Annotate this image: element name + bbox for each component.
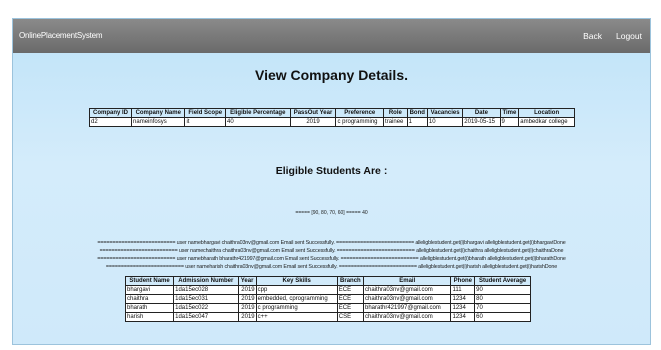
score-debug-line: ===== [90, 80, 70, 60] ===== 40 <box>295 210 368 216</box>
table-cell: chaithra <box>124 294 175 304</box>
table-cell: 90 <box>474 285 531 295</box>
table-cell: harish <box>124 312 175 322</box>
table-cell: 1234 <box>450 312 476 322</box>
table-cell: 1 <box>406 117 428 127</box>
table-cell: ambedkar college <box>518 117 575 127</box>
table-cell: 2019 <box>237 294 257 304</box>
company-details-table: Company ID Company Name Field Scope Elig… <box>88 108 575 127</box>
table-cell: 1da15ec047 <box>173 312 239 322</box>
column-header: Eligible Percentage <box>225 108 291 118</box>
table-cell: ECE <box>336 294 365 304</box>
table-cell: 80 <box>474 294 531 304</box>
column-header: Company Name <box>131 108 186 118</box>
table-cell: 1234 <box>450 294 476 304</box>
table-cell: it <box>184 117 227 127</box>
column-header: Year <box>237 276 257 286</box>
table-cell: 2019 <box>237 285 257 295</box>
table-row: bhargavi 1da15ec028 2019 cpp ECE chaithr… <box>124 285 531 295</box>
log-line: ========================== user namebhar… <box>97 256 566 262</box>
brand-link[interactable]: OnlinePlacementSystem <box>19 31 103 40</box>
table-cell: d2 <box>88 117 133 127</box>
logout-link[interactable]: Logout <box>616 31 642 41</box>
table-cell: 111 <box>450 285 476 295</box>
column-header: Location <box>518 108 575 118</box>
column-header: Admission Number <box>173 276 239 286</box>
table-cell: nameinfosys <box>131 117 186 127</box>
table-cell: cpp <box>255 285 338 295</box>
table-cell: 9 <box>499 117 520 127</box>
table-cell: c++ <box>255 312 338 322</box>
table-cell: ECE <box>336 303 365 313</box>
table-cell: 1da15ec028 <box>173 285 239 295</box>
eligible-students-heading: Eligible Students Are : <box>275 165 388 177</box>
table-row: chaithra 1da15ec031 2019 embedded, cprog… <box>124 294 531 304</box>
table-cell: bharath <box>124 303 175 313</box>
column-header: Key Skills <box>255 276 338 286</box>
column-header: Email <box>362 276 452 286</box>
table-cell: 40 <box>225 117 291 127</box>
table-cell: 1234 <box>450 303 476 313</box>
table-cell: ECE <box>336 285 365 295</box>
table-cell: 1da15ec022 <box>173 303 239 313</box>
table-cell: bharathr421997@gmail.com <box>362 303 452 313</box>
table-cell: embedded, cprogramming <box>255 294 338 304</box>
column-header: Student Name <box>124 276 175 286</box>
navbar: OnlinePlacementSystem Back Logout <box>13 19 650 53</box>
browser-page: OnlinePlacementSystem Back Logout View C… <box>12 18 651 345</box>
table-cell: CSE <box>336 312 365 322</box>
table-row: d2 nameinfosys it 40 2019 c programming … <box>88 117 575 127</box>
table-header-row: Company ID Company Name Field Scope Elig… <box>88 108 575 118</box>
log-line: ========================== user namebhar… <box>97 240 566 246</box>
table-cell: chaithra03nv@gmail.com <box>362 285 452 295</box>
column-header: Field Scope <box>184 108 227 118</box>
table-cell: 2019 <box>237 312 257 322</box>
table-row: bharath 1da15ec022 2019 c programming EC… <box>124 303 531 313</box>
log-line: ========================== user namehari… <box>105 264 558 270</box>
email-log: ========================== user namebhar… <box>13 239 650 271</box>
table-cell: c programming <box>255 303 338 313</box>
column-header: Student Average <box>474 276 531 286</box>
log-line: ========================== user namechai… <box>99 248 564 254</box>
table-cell: c programming <box>335 117 385 127</box>
table-cell: 2019-05-15 <box>462 117 501 127</box>
column-header: Bond <box>406 108 428 118</box>
column-header: Branch <box>336 276 365 286</box>
table-cell: 2019 <box>289 117 337 127</box>
table-cell: 70 <box>474 303 531 313</box>
table-cell: trainee <box>383 117 408 127</box>
column-header: Role <box>383 108 408 118</box>
page-title: View Company Details. <box>254 67 408 83</box>
column-header: Vacancies <box>426 108 464 118</box>
back-link[interactable]: Back <box>583 31 602 41</box>
column-header: Phone <box>450 276 476 286</box>
column-header: Preference <box>335 108 385 118</box>
column-header: Date <box>462 108 501 118</box>
table-cell: bhargavi <box>124 285 175 295</box>
column-header: PassOut Year <box>289 108 337 118</box>
table-cell: 60 <box>474 312 531 322</box>
table-cell: 2019 <box>237 303 257 313</box>
table-cell: 10 <box>426 117 464 127</box>
table-cell: chaithra03nv@gmail.com <box>362 294 452 304</box>
eligible-students-table: Student Name Admission Number Year Key S… <box>124 276 531 322</box>
table-row: harish 1da15ec047 2019 c++ CSE chaithra0… <box>124 312 531 322</box>
column-header: Time <box>499 108 520 118</box>
table-cell: chaithra03nv@gmail.com <box>362 312 452 322</box>
column-header: Company ID <box>88 108 133 118</box>
table-header-row: Student Name Admission Number Year Key S… <box>124 276 531 286</box>
table-cell: 1da15ec031 <box>173 294 239 304</box>
